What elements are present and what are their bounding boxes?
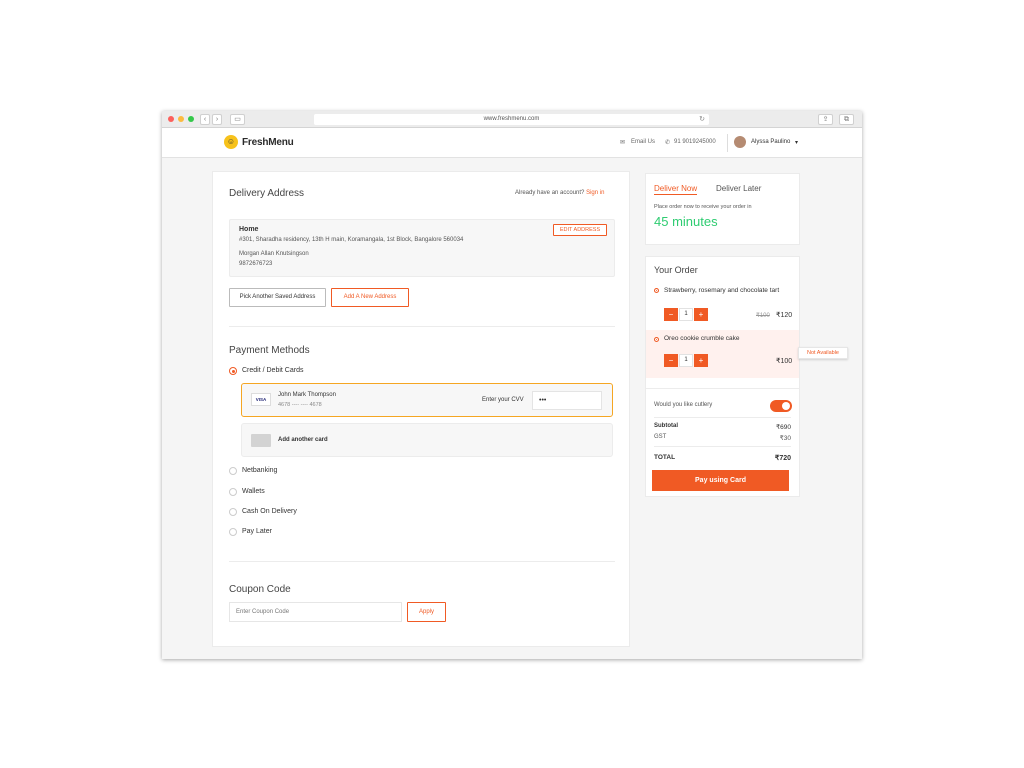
card-number: 4678 ---- ---- 4678 xyxy=(278,402,322,408)
back-arrow-icon[interactable]: ‹ xyxy=(200,114,210,125)
browser-titlebar: ‹ › ▭ www.freshmenu.com ↻ ⇪ ⧉ xyxy=(162,111,862,128)
delivery-note: Place order now to receive your order in xyxy=(654,204,752,210)
pay-using-card-button[interactable]: Pay using Card xyxy=(652,470,789,491)
phone-icon: ✆ xyxy=(665,140,671,146)
delivery-address-title: Delivery Address xyxy=(229,188,305,199)
checkout-form-card: Delivery Address Already have an account… xyxy=(212,171,630,647)
total-label: TOTAL xyxy=(654,454,676,461)
payment-method-label: Credit / Debit Cards xyxy=(242,367,304,374)
coupon-code-input[interactable]: Enter Coupon Code xyxy=(229,602,402,622)
order-item-name: Strawberry, rosemary and chocolate tart xyxy=(664,287,780,294)
account-prompt-text: Already have an account? xyxy=(515,190,585,196)
address-label: Home xyxy=(239,226,259,233)
decrease-quantity-button[interactable]: − xyxy=(664,308,678,321)
email-us-link[interactable]: Email Us xyxy=(631,139,655,145)
payment-method-label: Pay Later xyxy=(242,528,272,535)
minimize-window-button[interactable] xyxy=(178,116,184,122)
payment-method-label: Wallets xyxy=(242,488,265,495)
add-card-label: Add another card xyxy=(278,437,328,443)
sign-in-link[interactable]: Sign in xyxy=(586,190,604,196)
cutlery-toggle[interactable] xyxy=(770,400,792,412)
address-line: #301, Sharadha residency, 13th H main, K… xyxy=(239,237,464,243)
subtotal-value: ₹690 xyxy=(776,424,791,431)
saved-card-row[interactable]: VISA John Mark Thompson 4678 ---- ---- 4… xyxy=(241,383,613,417)
visa-card-icon: VISA xyxy=(251,393,271,406)
payment-method-label: Cash On Delivery xyxy=(242,508,297,515)
coupon-code-title: Coupon Code xyxy=(229,584,291,595)
order-divider xyxy=(654,446,791,447)
gst-label: GST xyxy=(654,434,667,440)
tabs-icon[interactable]: ⧉ xyxy=(839,114,854,125)
delivery-time-card: Deliver Now Deliver Later Place order no… xyxy=(645,173,800,245)
phone-number[interactable]: 91 9019245000 xyxy=(674,139,716,145)
radio-pay-later[interactable] xyxy=(229,528,237,536)
radio-cash-on-delivery[interactable] xyxy=(229,508,237,516)
your-order-title: Your Order xyxy=(654,265,698,275)
close-window-button[interactable] xyxy=(168,116,174,122)
credit-card-icon xyxy=(251,434,271,447)
browser-window: ‹ › ▭ www.freshmenu.com ↻ ⇪ ⧉ ☺ FreshMen… xyxy=(162,111,862,659)
add-new-address-button[interactable]: Add A New Address xyxy=(331,288,409,307)
not-available-badge: Not Available xyxy=(798,347,848,359)
payment-method-label: Netbanking xyxy=(242,467,278,474)
gst-value: ₹30 xyxy=(779,435,791,442)
decrease-quantity-button[interactable]: − xyxy=(664,354,678,367)
tab-deliver-later[interactable]: Deliver Later xyxy=(716,184,761,193)
item-bullet-icon xyxy=(654,288,659,293)
item-old-price: ₹100 xyxy=(756,313,770,319)
total-value: ₹720 xyxy=(774,455,791,462)
order-divider xyxy=(646,388,799,389)
account-prompt: Already have an account? Sign in xyxy=(515,190,604,196)
share-icon[interactable]: ⇪ xyxy=(818,114,833,125)
order-item-name: Oreo cookie crumble cake xyxy=(664,335,740,342)
address-phone: 9872676723 xyxy=(239,261,273,267)
maximize-window-button[interactable] xyxy=(188,116,194,122)
item-price: ₹100 xyxy=(776,358,793,365)
radio-credit-debit[interactable] xyxy=(229,367,237,375)
order-summary-card: Your Order Strawberry, rosemary and choc… xyxy=(645,256,800,497)
quantity-value[interactable]: 1 xyxy=(679,354,693,367)
apply-coupon-button[interactable]: Apply xyxy=(407,602,446,622)
quantity-stepper[interactable]: − 1 + xyxy=(664,354,708,367)
cutlery-label: Would you like cutlery xyxy=(654,402,713,408)
edit-address-button[interactable]: EDIT ADDRESS xyxy=(553,224,607,236)
cvv-label: Enter your CVV xyxy=(482,397,524,403)
order-divider xyxy=(654,417,791,418)
header-divider xyxy=(727,134,728,152)
url-text: www.freshmenu.com xyxy=(483,116,540,122)
quantity-value[interactable]: 1 xyxy=(679,308,693,321)
delivery-eta: 45 minutes xyxy=(654,214,718,229)
section-divider xyxy=(229,561,615,562)
tab-deliver-now[interactable]: Deliver Now xyxy=(654,184,698,195)
add-another-card-row[interactable]: Add another card xyxy=(241,423,613,457)
pick-saved-address-button[interactable]: Pick Another Saved Address xyxy=(229,288,326,307)
user-name[interactable]: Alyssa Paulino xyxy=(751,139,790,145)
increase-quantity-button[interactable]: + xyxy=(694,308,708,321)
address-name: Morgan Allan Knutsingson xyxy=(239,251,309,257)
forward-arrow-icon[interactable]: › xyxy=(212,114,222,125)
chevron-down-icon[interactable]: ▾ xyxy=(795,139,798,146)
saved-address-card[interactable]: Home #301, Sharadha residency, 13th H ma… xyxy=(229,219,615,277)
cvv-input[interactable]: ••• xyxy=(532,391,602,410)
payment-methods-title: Payment Methods xyxy=(229,345,310,356)
item-price: ₹120 xyxy=(776,312,793,319)
avatar[interactable] xyxy=(734,136,746,148)
radio-wallets[interactable] xyxy=(229,488,237,496)
reload-icon[interactable]: ↻ xyxy=(699,114,705,125)
quantity-stepper[interactable]: − 1 + xyxy=(664,308,708,321)
unavailable-item-row: Oreo cookie crumble cake − 1 + ₹100 xyxy=(646,330,799,378)
increase-quantity-button[interactable]: + xyxy=(694,354,708,367)
sidebar-icon[interactable]: ▭ xyxy=(230,114,245,125)
subtotal-label: Subtotal xyxy=(654,423,678,429)
mail-icon: ✉ xyxy=(620,140,626,146)
address-bar[interactable]: www.freshmenu.com ↻ xyxy=(314,114,709,125)
section-divider xyxy=(229,326,615,327)
site-logo[interactable]: FreshMenu xyxy=(242,137,294,148)
item-bullet-icon xyxy=(654,337,659,342)
radio-netbanking[interactable] xyxy=(229,467,237,475)
site-header: ☺ FreshMenu ✉ Email Us ✆ 91 9019245000 A… xyxy=(162,128,862,158)
card-holder-name: John Mark Thompson xyxy=(278,392,336,398)
logo-mascot-icon[interactable]: ☺ xyxy=(224,135,238,149)
